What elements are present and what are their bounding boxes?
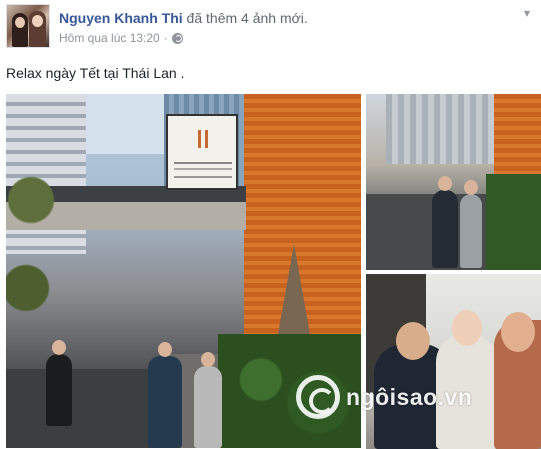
post-header: Nguyen Khanh Thi đã thêm 4 ảnh mới. Hôm … — [6, 4, 535, 50]
watermark: ngôisao.vn — [296, 372, 472, 422]
hotel-sign — [166, 114, 238, 190]
globe-icon[interactable] — [171, 32, 183, 44]
chevron-down-icon[interactable]: ▾ — [519, 6, 535, 20]
author-name-link[interactable]: Nguyen Khanh Thi — [59, 10, 183, 26]
meta-separator: · — [163, 31, 168, 45]
watermark-logo-icon — [296, 375, 340, 419]
post-timestamp[interactable]: Hôm qua lúc 13:20 — [59, 31, 160, 45]
post-action-text: đã thêm 4 ảnh mới. — [182, 10, 308, 26]
post-headline: Nguyen Khanh Thi đã thêm 4 ảnh mới. — [59, 9, 308, 27]
watermark-text: ngôisao.vn — [346, 383, 473, 410]
couple-walking-photo[interactable] — [366, 94, 541, 270]
post-meta: Hôm qua lúc 13:20 · — [59, 31, 183, 45]
selfie-photo[interactable] — [366, 274, 541, 449]
author-avatar[interactable] — [6, 4, 50, 48]
post-text: Relax ngày Tết tại Thái Lan . — [6, 65, 185, 81]
